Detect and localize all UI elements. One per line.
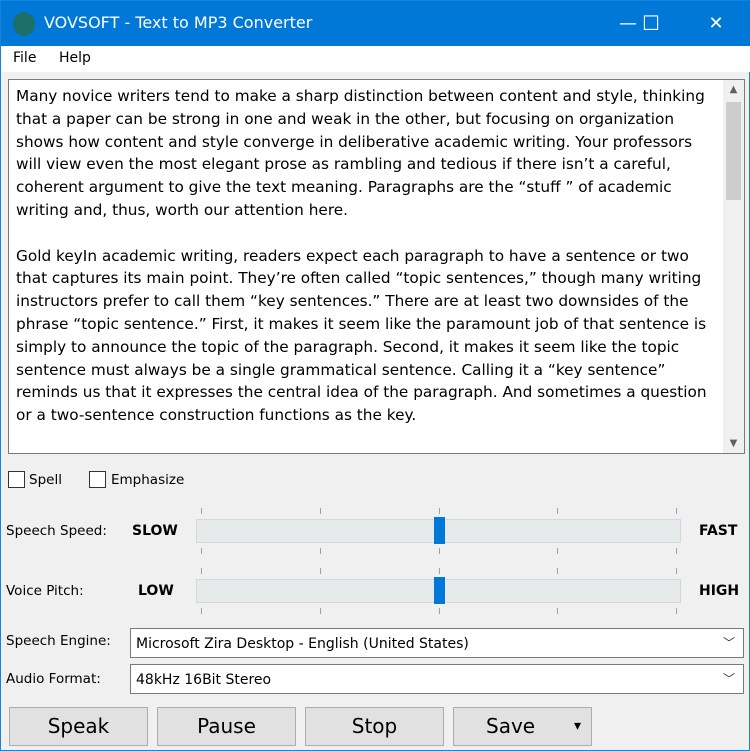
maximize-button[interactable]: ☐	[628, 1, 674, 46]
window-title: VOVSOFT - Text to MP3 Converter	[44, 13, 313, 32]
emphasize-checkbox[interactable]	[89, 471, 106, 488]
speed-slider-thumb[interactable]	[433, 517, 445, 544]
menu-file[interactable]: File	[13, 50, 36, 66]
format-label: Audio Format:	[6, 671, 101, 687]
slider-tick	[319, 568, 321, 574]
spell-label: Spell	[29, 472, 62, 488]
slider-tick	[676, 568, 677, 574]
speed-label: Speech Speed:	[6, 523, 107, 539]
slider-tick	[201, 508, 202, 514]
text-input[interactable]: Many novice writers tend to make a sharp…	[8, 79, 745, 454]
chevron-down-icon: ﹀	[722, 672, 735, 686]
slider-tick	[676, 508, 677, 514]
audio-format-select[interactable]: 48kHz 16Bit Stereo ﹀	[130, 664, 744, 694]
pitch-label: Voice Pitch:	[6, 583, 84, 599]
emphasize-label: Emphasize	[111, 472, 185, 488]
speed-min-label: SLOW	[132, 523, 178, 539]
slider-tick	[557, 548, 559, 554]
slider-tick	[438, 548, 440, 554]
slider-tick	[319, 508, 321, 514]
pitch-max-label: HIGH	[699, 583, 740, 599]
slider-tick	[557, 568, 559, 574]
app-icon	[13, 12, 35, 36]
slider-tick	[438, 608, 440, 614]
slider-tick	[319, 548, 321, 554]
slider-tick	[201, 568, 202, 574]
slider-tick	[676, 608, 677, 614]
close-button[interactable]: ✕	[693, 1, 739, 46]
menu-bar: File Help	[1, 46, 750, 72]
pause-button[interactable]: Pause	[157, 707, 296, 746]
scroll-down-icon[interactable]: ▼	[723, 438, 744, 449]
save-label: Save	[486, 714, 536, 738]
pitch-slider-thumb[interactable]	[433, 577, 445, 604]
scroll-thumb[interactable]	[726, 102, 741, 200]
spell-checkbox[interactable]	[8, 471, 25, 488]
chevron-down-icon: ﹀	[722, 636, 735, 650]
menu-help[interactable]: Help	[59, 50, 91, 66]
slider-tick	[676, 548, 677, 554]
scroll-up-icon[interactable]: ▲	[723, 84, 744, 95]
speech-engine-select[interactable]: Microsoft Zira Desktop - English (United…	[130, 628, 744, 658]
speak-button[interactable]: Speak	[9, 707, 148, 746]
slider-tick	[438, 568, 440, 574]
engine-label: Speech Engine:	[6, 633, 111, 649]
slider-tick	[319, 608, 321, 614]
speed-max-label: FAST	[699, 523, 738, 539]
slider-tick	[557, 608, 559, 614]
text-content[interactable]: Many novice writers tend to make a sharp…	[16, 85, 721, 427]
stop-button[interactable]: Stop	[305, 707, 444, 746]
vertical-scrollbar[interactable]: ▲ ▼	[723, 80, 744, 453]
title-bar: VOVSOFT - Text to MP3 Converter — ☐ ✕	[1, 1, 750, 46]
save-button[interactable]: Save ▾	[453, 707, 592, 746]
slider-tick	[438, 508, 440, 514]
slider-tick	[201, 608, 202, 614]
pitch-min-label: LOW	[138, 583, 174, 599]
slider-tick	[201, 548, 202, 554]
dropdown-arrow-icon[interactable]: ▾	[574, 708, 581, 745]
format-value: 48kHz 16Bit Stereo	[136, 672, 272, 688]
slider-tick	[557, 508, 559, 514]
engine-value: Microsoft Zira Desktop - English (United…	[136, 636, 469, 652]
